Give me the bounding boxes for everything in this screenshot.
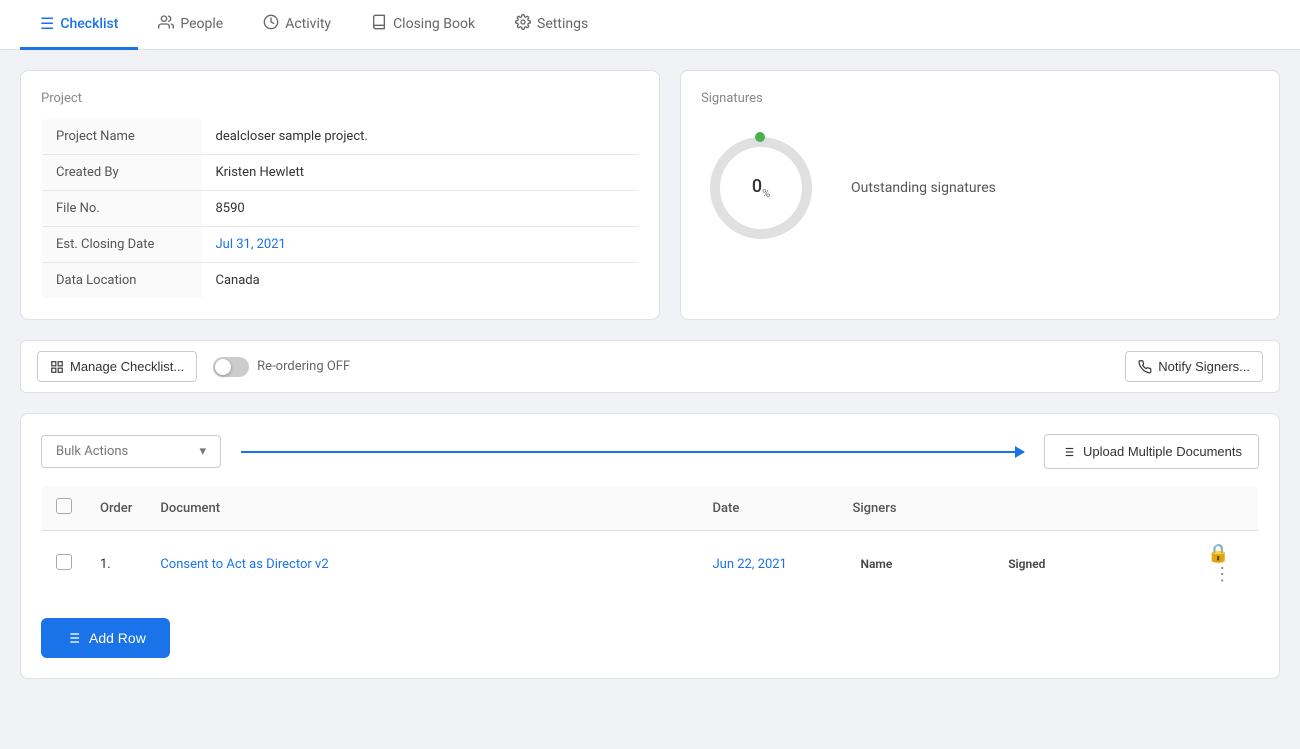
donut-value: 0% [752,176,770,200]
field-value: dealcloser sample project. [202,119,639,155]
row-actions-cell: 🔒 ⋮ [1179,531,1259,598]
field-label: Est. Closing Date [42,227,202,263]
field-label: Created By [42,155,202,191]
header-checkbox-col [42,486,87,531]
field-value: Canada [202,263,639,299]
top-section: Project Project Name dealcloser sample p… [20,70,1280,320]
documents-table: Order Document Date Signers 1. Consent t… [41,485,1259,598]
tab-checklist[interactable]: ☰ Checklist [20,1,138,50]
manage-icon [50,360,64,374]
header-actions [1179,486,1259,531]
table-row: 1. Consent to Act as Director v2 Jun 22,… [42,531,1259,598]
top-navigation: ☰ Checklist People Activity [0,0,1300,50]
notify-icon [1138,360,1152,374]
table-row: Data Location Canada [42,263,639,299]
select-all-checkbox[interactable] [56,498,72,514]
field-label: Project Name [42,119,202,155]
signer-signed-header: Signed [1000,553,1164,575]
upload-multiple-documents-button[interactable]: Upload Multiple Documents [1044,434,1259,469]
signatures-content: 0% Outstanding signatures [701,118,1259,248]
field-value: 8590 [202,191,639,227]
toolbar: Manage Checklist... Re-ordering OFF Noti… [20,340,1280,393]
field-value: Jul 31, 2021 [202,227,639,263]
header-signers: Signers [839,486,1179,531]
manage-checklist-button[interactable]: Manage Checklist... [37,351,197,382]
arrow-line [241,451,1024,453]
checklist-section: Bulk Actions ▾ Upload Multiple Documents [20,413,1280,679]
donut-chart: 0% [701,128,821,248]
dropdown-arrow-icon: ▾ [199,444,206,459]
add-row-button[interactable]: Add Row [41,618,170,658]
signatures-title: Signatures [701,91,1259,106]
table-row: Created By Kristen Hewlett [42,155,639,191]
field-label: File No. [42,191,202,227]
document-link[interactable]: Consent to Act as Director v2 [160,557,328,572]
more-options-icon[interactable]: ⋮ [1213,564,1231,585]
row-date-cell: Jun 22, 2021 [699,531,839,598]
tab-activity[interactable]: Activity [243,1,351,50]
project-title: Project [41,91,639,106]
upload-icon [1061,445,1075,459]
add-row-icon [65,630,81,646]
people-icon [158,14,174,34]
outstanding-text: Outstanding signatures [851,180,996,196]
row-checkbox[interactable] [56,554,72,570]
header-document: Document [146,486,698,531]
reorder-toggle-container: Re-ordering OFF [213,357,350,377]
table-row: Project Name dealcloser sample project. [42,119,639,155]
bulk-actions-dropdown[interactable]: Bulk Actions ▾ [41,435,221,468]
lock-icon[interactable]: 🔒 [1207,543,1229,564]
table-row: File No. 8590 [42,191,639,227]
main-content: Project Project Name dealcloser sample p… [0,50,1300,699]
book-icon [371,14,387,34]
project-table: Project Name dealcloser sample project. … [41,118,639,299]
row-checkbox-cell [42,531,87,598]
reorder-toggle[interactable] [213,357,249,377]
activity-icon [263,14,279,34]
tab-settings[interactable]: Settings [495,1,608,50]
row-signers-cell: Name Signed [839,531,1179,598]
signer-name-header: Name [853,553,1001,575]
bulk-actions-bar: Bulk Actions ▾ Upload Multiple Documents [41,434,1259,469]
field-label: Data Location [42,263,202,299]
signatures-card: Signatures 0% Outstanding signatures [680,70,1280,320]
header-date: Date [699,486,839,531]
row-document-cell: Consent to Act as Director v2 [146,531,698,598]
tab-people[interactable]: People [138,1,243,50]
field-value: Kristen Hewlett [202,155,639,191]
signer-header-row: Name Signed [853,553,1165,575]
closing-date-link[interactable]: Jul 31, 2021 [216,237,286,252]
signer-table: Name Signed [853,553,1165,575]
project-card: Project Project Name dealcloser sample p… [20,70,660,320]
row-order-cell: 1. [86,531,146,598]
arrow-indicator [241,451,1024,453]
header-order: Order [86,486,146,531]
table-row: Est. Closing Date Jul 31, 2021 [42,227,639,263]
checklist-icon: ☰ [40,14,54,33]
document-date: Jun 22, 2021 [713,557,787,572]
table-header-row: Order Document Date Signers [42,486,1259,531]
tab-closing-book[interactable]: Closing Book [351,1,495,50]
reorder-label: Re-ordering OFF [257,359,350,374]
settings-icon [515,14,531,34]
notify-signers-button[interactable]: Notify Signers... [1125,351,1263,382]
green-dot-indicator [755,132,765,142]
